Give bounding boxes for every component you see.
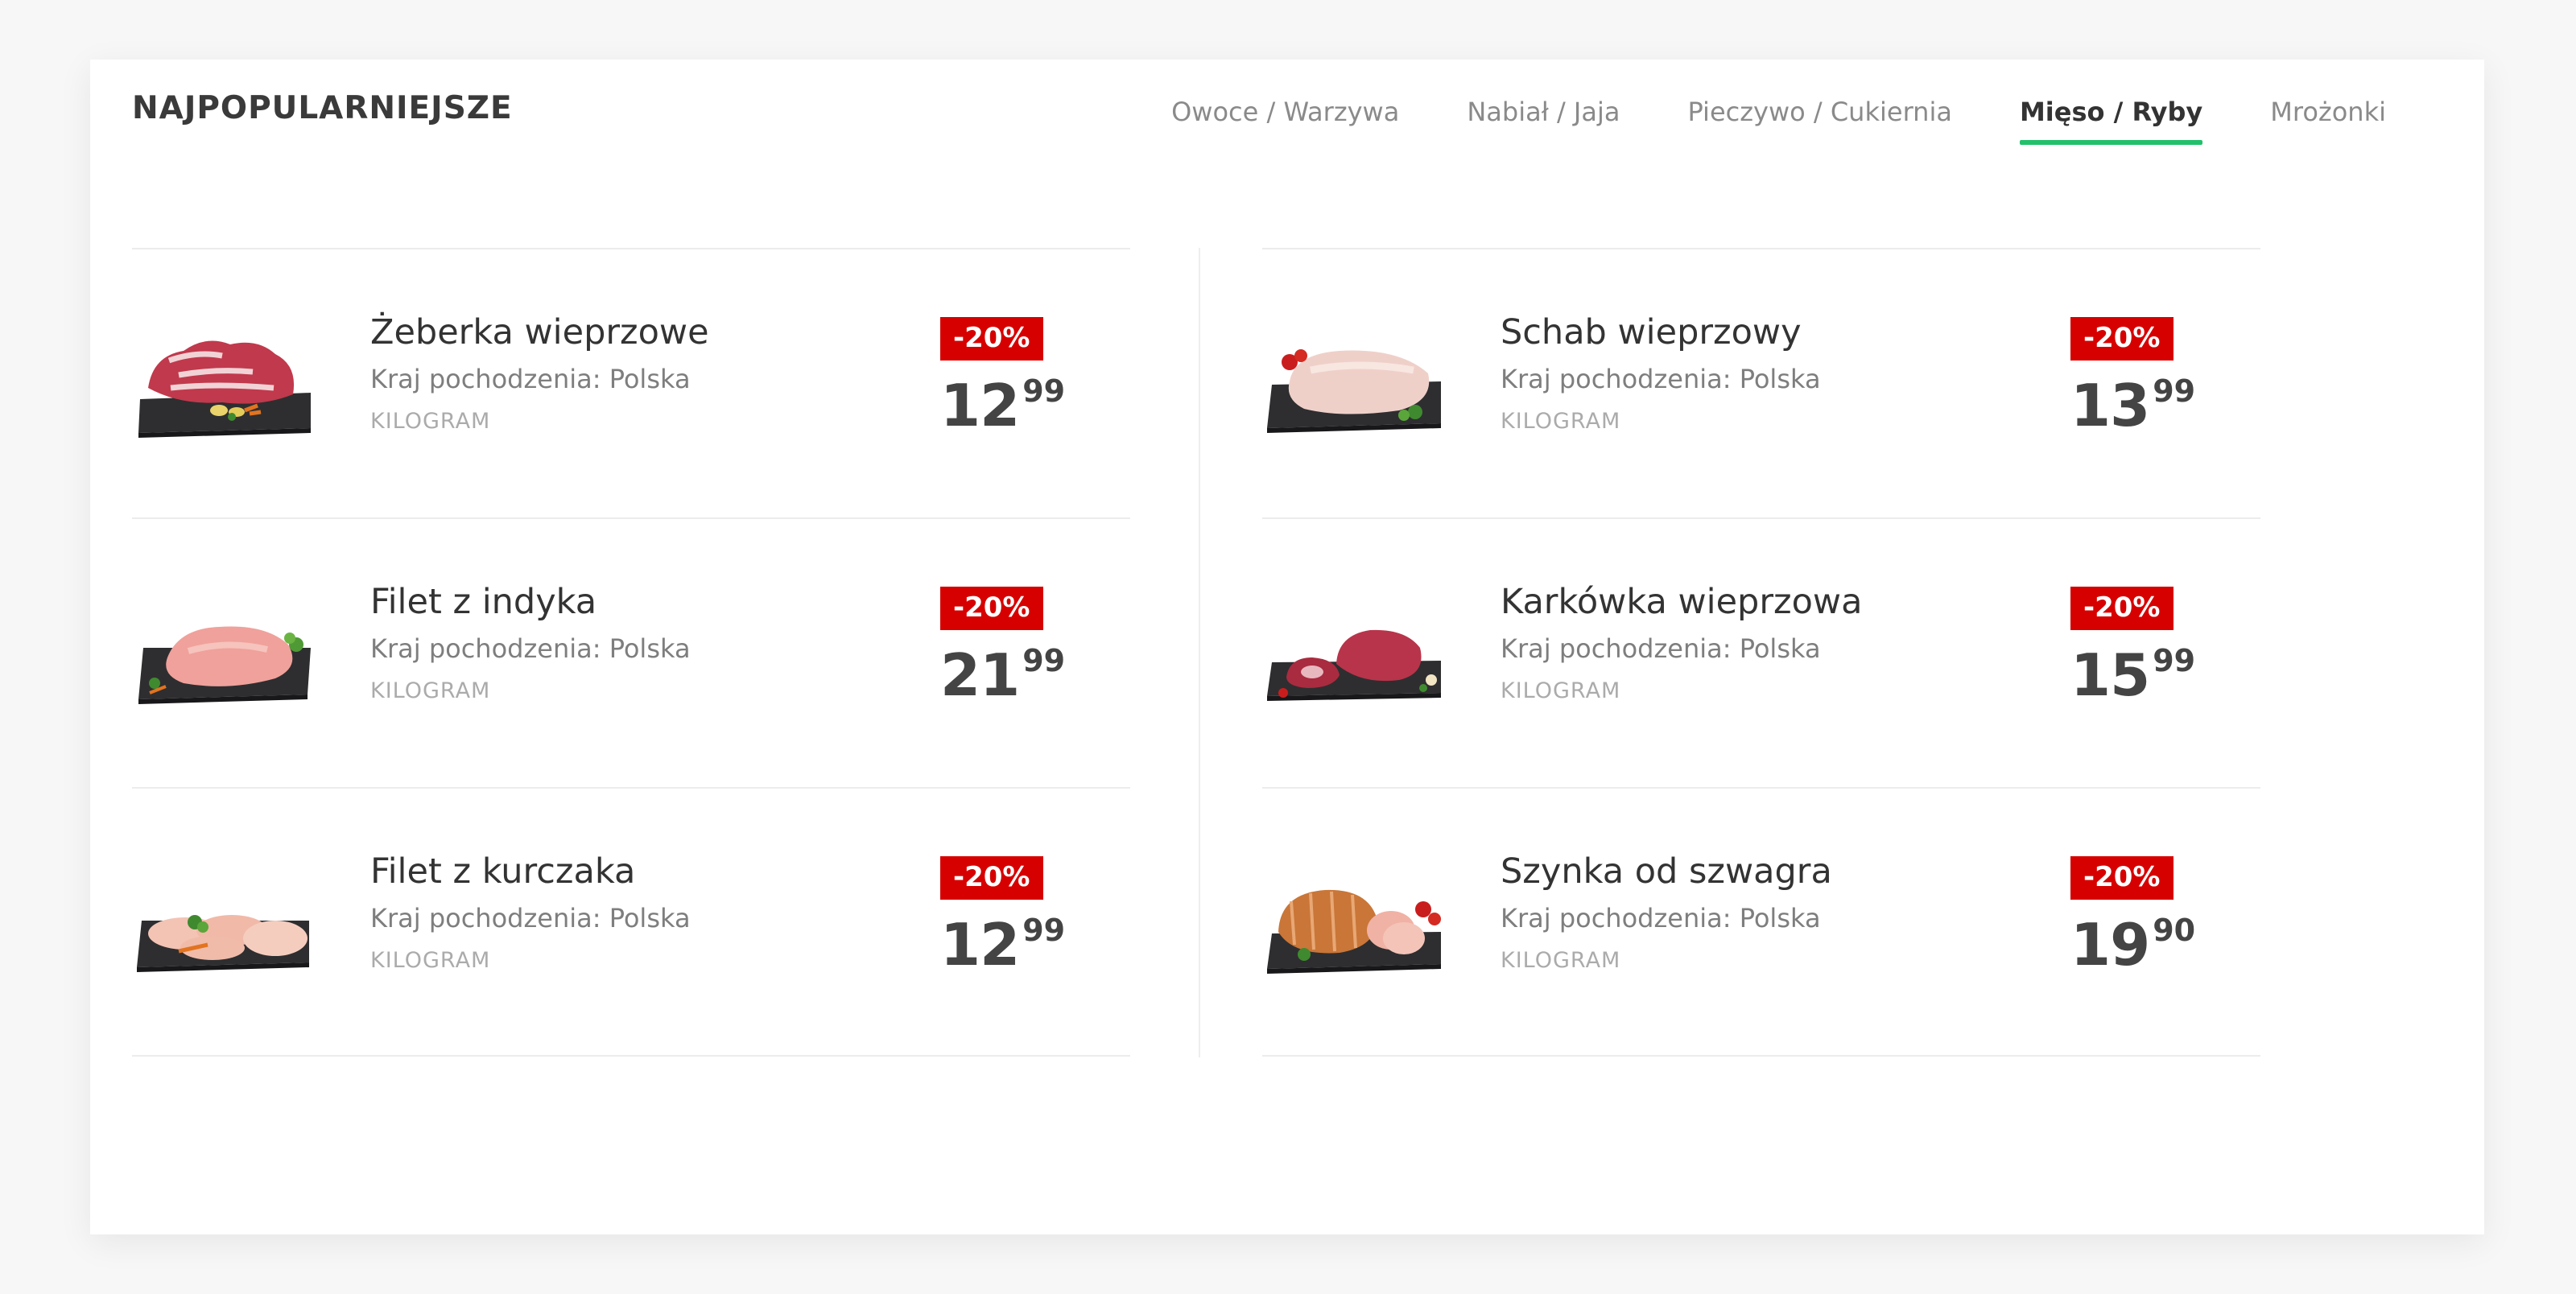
price: 21 99 (940, 641, 1085, 709)
price-block: -20% 21 99 (940, 587, 1085, 709)
column-divider (1199, 248, 1200, 1057)
product-row[interactable]: Filet z kurczaka Kraj pochodzenia: Polsk… (132, 787, 1130, 1057)
product-name[interactable]: Żeberka wieprzowe (370, 312, 709, 352)
price-cents: 99 (2153, 373, 2196, 409)
product-column-left: Żeberka wieprzowe Kraj pochodzenia: Pols… (132, 248, 1130, 1057)
price-cents: 99 (2153, 643, 2196, 678)
product-unit: KILOGRAM (370, 409, 491, 434)
discount-badge: -20% (940, 587, 1043, 630)
product-name[interactable]: Karkówka wieprzowa (1501, 582, 1862, 622)
price-main: 21 (940, 641, 1020, 709)
price-main: 19 (2070, 911, 2150, 979)
product-origin: Kraj pochodzenia: Polska (1501, 903, 1821, 933)
product-origin: Kraj pochodzenia: Polska (370, 633, 691, 664)
price-block: -20% 15 99 (2070, 587, 2215, 709)
product-origin: Kraj pochodzenia: Polska (1501, 633, 1821, 664)
product-row[interactable]: Karkówka wieprzowa Kraj pochodzenia: Pol… (1262, 517, 2260, 787)
price-main: 13 (2070, 372, 2150, 439)
pork-neck-image[interactable] (1262, 574, 1447, 735)
product-unit: KILOGRAM (370, 948, 491, 973)
price: 13 99 (2070, 372, 2215, 439)
tab-pieczywo-cukiernia[interactable]: Pieczywo / Cukiernia (1687, 97, 1951, 145)
product-name[interactable]: Filet z indyka (370, 582, 691, 622)
price-block: -20% 12 99 (940, 317, 1085, 439)
product-row[interactable]: Żeberka wieprzowe Kraj pochodzenia: Pols… (132, 248, 1130, 517)
product-name[interactable]: Filet z kurczaka (370, 851, 691, 892)
tab-nabial-jaja[interactable]: Nabiał / Jaja (1467, 97, 1620, 145)
price-main: 15 (2070, 641, 2150, 709)
price-main: 12 (940, 372, 1020, 439)
price: 12 99 (940, 911, 1085, 979)
price-block: -20% 12 99 (940, 856, 1085, 979)
discount-badge: -20% (940, 317, 1043, 361)
price-main: 12 (940, 911, 1020, 979)
price-cents: 99 (1022, 373, 1066, 409)
pork-loin-image[interactable] (1262, 304, 1447, 465)
product-unit: KILOGRAM (1501, 948, 1621, 973)
category-tabs: Owoce / Warzywa Nabiał / Jaja Pieczywo /… (1171, 97, 2386, 145)
product-unit: KILOGRAM (1501, 678, 1621, 703)
discount-badge: -20% (2070, 587, 2174, 630)
tab-mieso-ryby[interactable]: Mięso / Ryby (2019, 97, 2203, 145)
price: 12 99 (940, 372, 1085, 439)
product-name[interactable]: Schab wieprzowy (1501, 312, 1821, 352)
chicken-fillet-image[interactable] (132, 843, 317, 1004)
price-block: -20% 13 99 (2070, 317, 2215, 439)
tab-owoce-warzywa[interactable]: Owoce / Warzywa (1171, 97, 1399, 145)
product-origin: Kraj pochodzenia: Polska (1501, 364, 1821, 394)
product-origin: Kraj pochodzenia: Polska (370, 364, 691, 394)
section-title: NAJPOPULARNIEJSZE (132, 90, 513, 126)
discount-badge: -20% (940, 856, 1043, 900)
product-unit: KILOGRAM (370, 678, 491, 703)
price-cents: 99 (1022, 913, 1066, 948)
product-origin: Kraj pochodzenia: Polska (370, 903, 691, 933)
product-name[interactable]: Szynka od szwagra (1501, 851, 1832, 892)
price-cents: 90 (2153, 913, 2196, 948)
discount-badge: -20% (2070, 317, 2174, 361)
product-column-right: Schab wieprzowy Kraj pochodzenia: Polska… (1262, 248, 2260, 1057)
product-row[interactable]: Filet z indyka Kraj pochodzenia: Polska … (132, 517, 1130, 787)
tab-mrozonki[interactable]: Mrożonki (2270, 97, 2386, 145)
price-block: -20% 19 90 (2070, 856, 2215, 979)
product-row[interactable]: Schab wieprzowy Kraj pochodzenia: Polska… (1262, 248, 2260, 517)
turkey-fillet-image[interactable] (132, 574, 317, 735)
product-row[interactable]: Szynka od szwagra Kraj pochodzenia: Pols… (1262, 787, 2260, 1057)
product-unit: KILOGRAM (1501, 409, 1621, 434)
price: 19 90 (2070, 911, 2215, 979)
ham-image[interactable] (1262, 843, 1447, 1004)
discount-badge: -20% (2070, 856, 2174, 900)
price-cents: 99 (1022, 643, 1066, 678)
pork-ribs-image[interactable] (132, 304, 317, 465)
price: 15 99 (2070, 641, 2215, 709)
